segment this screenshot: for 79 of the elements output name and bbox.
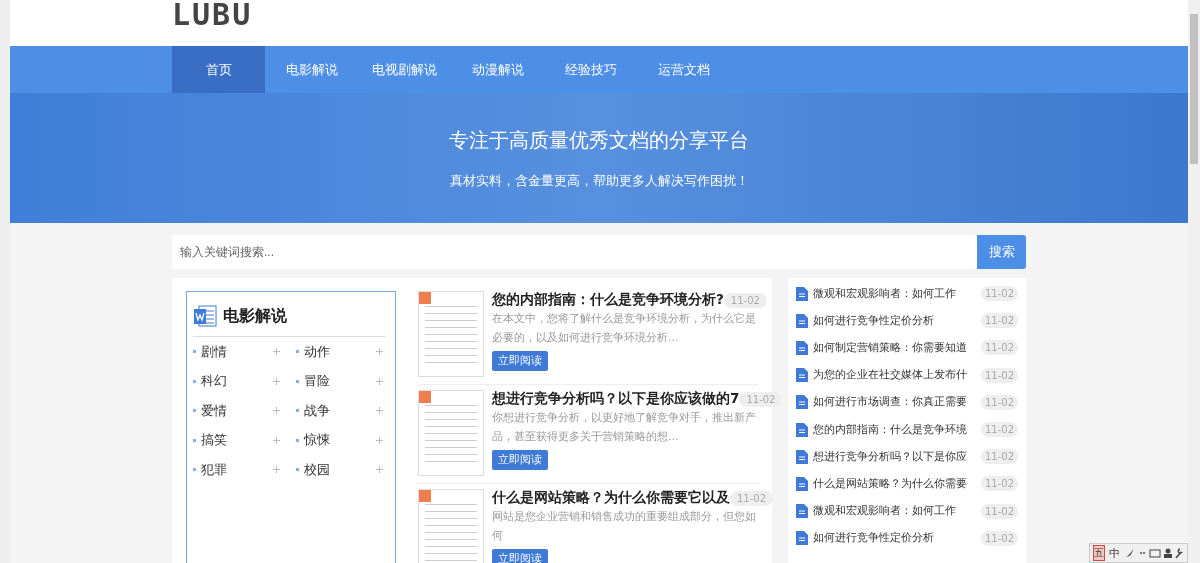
plus-icon <box>376 377 383 385</box>
category-link[interactable]: 剧情 <box>193 337 286 367</box>
article-title[interactable]: 您的内部指南：什么是竞争环境分析? <box>492 291 724 309</box>
date-badge: 11-02 <box>730 490 774 506</box>
article-link[interactable]: 如何进行竞争性定价分析 <box>813 313 976 328</box>
date-badge: 11-02 <box>723 292 767 308</box>
plus-icon <box>273 466 280 474</box>
document-icon <box>796 313 808 328</box>
document-icon <box>796 286 808 301</box>
plus-icon <box>376 407 383 415</box>
date-badge: 11-02 <box>980 422 1018 438</box>
document-thumbnail[interactable] <box>418 390 484 476</box>
ime-tools-drawing[interactable] <box>1124 547 1184 559</box>
date-badge: 11-02 <box>980 394 1018 410</box>
date-badge: 11-02 <box>980 340 1018 356</box>
plus-icon <box>273 348 280 356</box>
article-excerpt: 网站是您企业营销和销售成功的重要组成部分，但您如何 <box>492 509 757 543</box>
plus-icon <box>376 436 383 444</box>
word-document-icon <box>193 304 217 328</box>
article-link[interactable]: 想进行竞争分析吗？以下是你应 <box>813 449 976 464</box>
category-title: 电影解说 <box>223 305 287 327</box>
search-field[interactable]: 输入关键词搜索... <box>172 235 977 269</box>
plus-icon <box>376 466 383 474</box>
document-thumbnail[interactable] <box>418 291 484 377</box>
document-badge-icon <box>419 292 431 304</box>
hero-subtitle: 真材实料，含金量更高，帮助更多人解决写作困扰！ <box>449 171 749 190</box>
date-badge: 11-02 <box>980 449 1018 465</box>
date-badge: 11-02 <box>980 503 1018 519</box>
category-link[interactable]: 校园 <box>296 455 389 485</box>
document-icon <box>796 340 808 355</box>
category-link[interactable]: 动作 <box>296 337 389 367</box>
category-link[interactable]: 惊悚 <box>296 425 389 455</box>
read-now-button[interactable]: 立即阅读 <box>492 351 548 371</box>
category-link[interactable]: 搞笑 <box>193 425 286 455</box>
date-badge: 11-02 <box>980 530 1018 546</box>
plus-icon <box>273 436 280 444</box>
document-icon <box>796 531 808 546</box>
category-link[interactable]: 科幻 <box>193 366 286 396</box>
document-badge-icon <box>419 490 431 502</box>
category-link[interactable]: 战争 <box>296 396 389 426</box>
plus-icon <box>273 377 280 385</box>
article-link[interactable]: 为您的企业在社交媒体上发布什 <box>813 368 976 383</box>
article-link[interactable]: 如何制定营销策略：你需要知道 <box>813 340 976 355</box>
category-link[interactable]: 犯罪 <box>193 455 286 485</box>
date-badge: 11-02 <box>980 313 1018 329</box>
article-excerpt: 你想进行竞争分析，以更好地了解竞争对手，推出新产品，甚至获得更多关于营销策略的想… <box>492 410 757 444</box>
read-now-button[interactable]: 立即阅读 <box>492 549 548 563</box>
article-title[interactable]: 想进行竞争分析吗？以下是你应该做的7 <box>492 390 740 408</box>
date-badge: 11-02 <box>980 476 1018 492</box>
date-badge: 11-02 <box>980 286 1018 302</box>
site-logo[interactable]: LUBU <box>172 0 253 30</box>
document-thumbnail[interactable] <box>418 489 484 563</box>
document-badge-icon <box>419 391 431 403</box>
category-link[interactable]: 爱情 <box>193 396 286 426</box>
article-link[interactable]: 什么是网站策略？为什么你需要 <box>813 476 976 491</box>
document-icon <box>796 476 808 491</box>
document-icon <box>796 504 808 519</box>
read-now-button[interactable]: 立即阅读 <box>492 450 548 470</box>
hero-title: 专注于高质量优秀文档的分享平台 <box>449 126 749 154</box>
article-title[interactable]: 什么是网站策略？为什么你需要它以及 <box>492 489 730 507</box>
article-link[interactable]: 微观和宏观影响者：如何工作 <box>813 286 976 301</box>
date-badge: 11-02 <box>980 367 1018 383</box>
ime-key[interactable]: 中 <box>1109 545 1120 561</box>
date-badge: 11-02 <box>739 391 783 407</box>
document-icon <box>796 395 808 410</box>
article-link[interactable]: 您的内部指南：什么是竞争环境 <box>813 422 976 437</box>
document-icon <box>796 449 808 464</box>
category-link[interactable]: 冒险 <box>296 366 389 396</box>
document-icon <box>796 422 808 437</box>
article-excerpt: 在本文中，您将了解什么是竞争环境分析，为什么它是必要的，以及如何进行竞争环境分析… <box>492 311 757 345</box>
plus-icon <box>273 407 280 415</box>
scrollbar[interactable] <box>1188 0 1200 563</box>
article-link[interactable]: 微观和宏观影响者：如何工作 <box>813 504 976 519</box>
plus-icon <box>376 348 383 356</box>
document-icon <box>796 368 808 383</box>
article-link[interactable]: 如何进行竞争性定价分析 <box>813 531 976 546</box>
ime-key[interactable]: 五 <box>1093 545 1105 561</box>
article-link[interactable]: 如何进行市场调查：你真正需要 <box>813 395 976 410</box>
nav-tab[interactable]: 首页 <box>172 46 265 93</box>
